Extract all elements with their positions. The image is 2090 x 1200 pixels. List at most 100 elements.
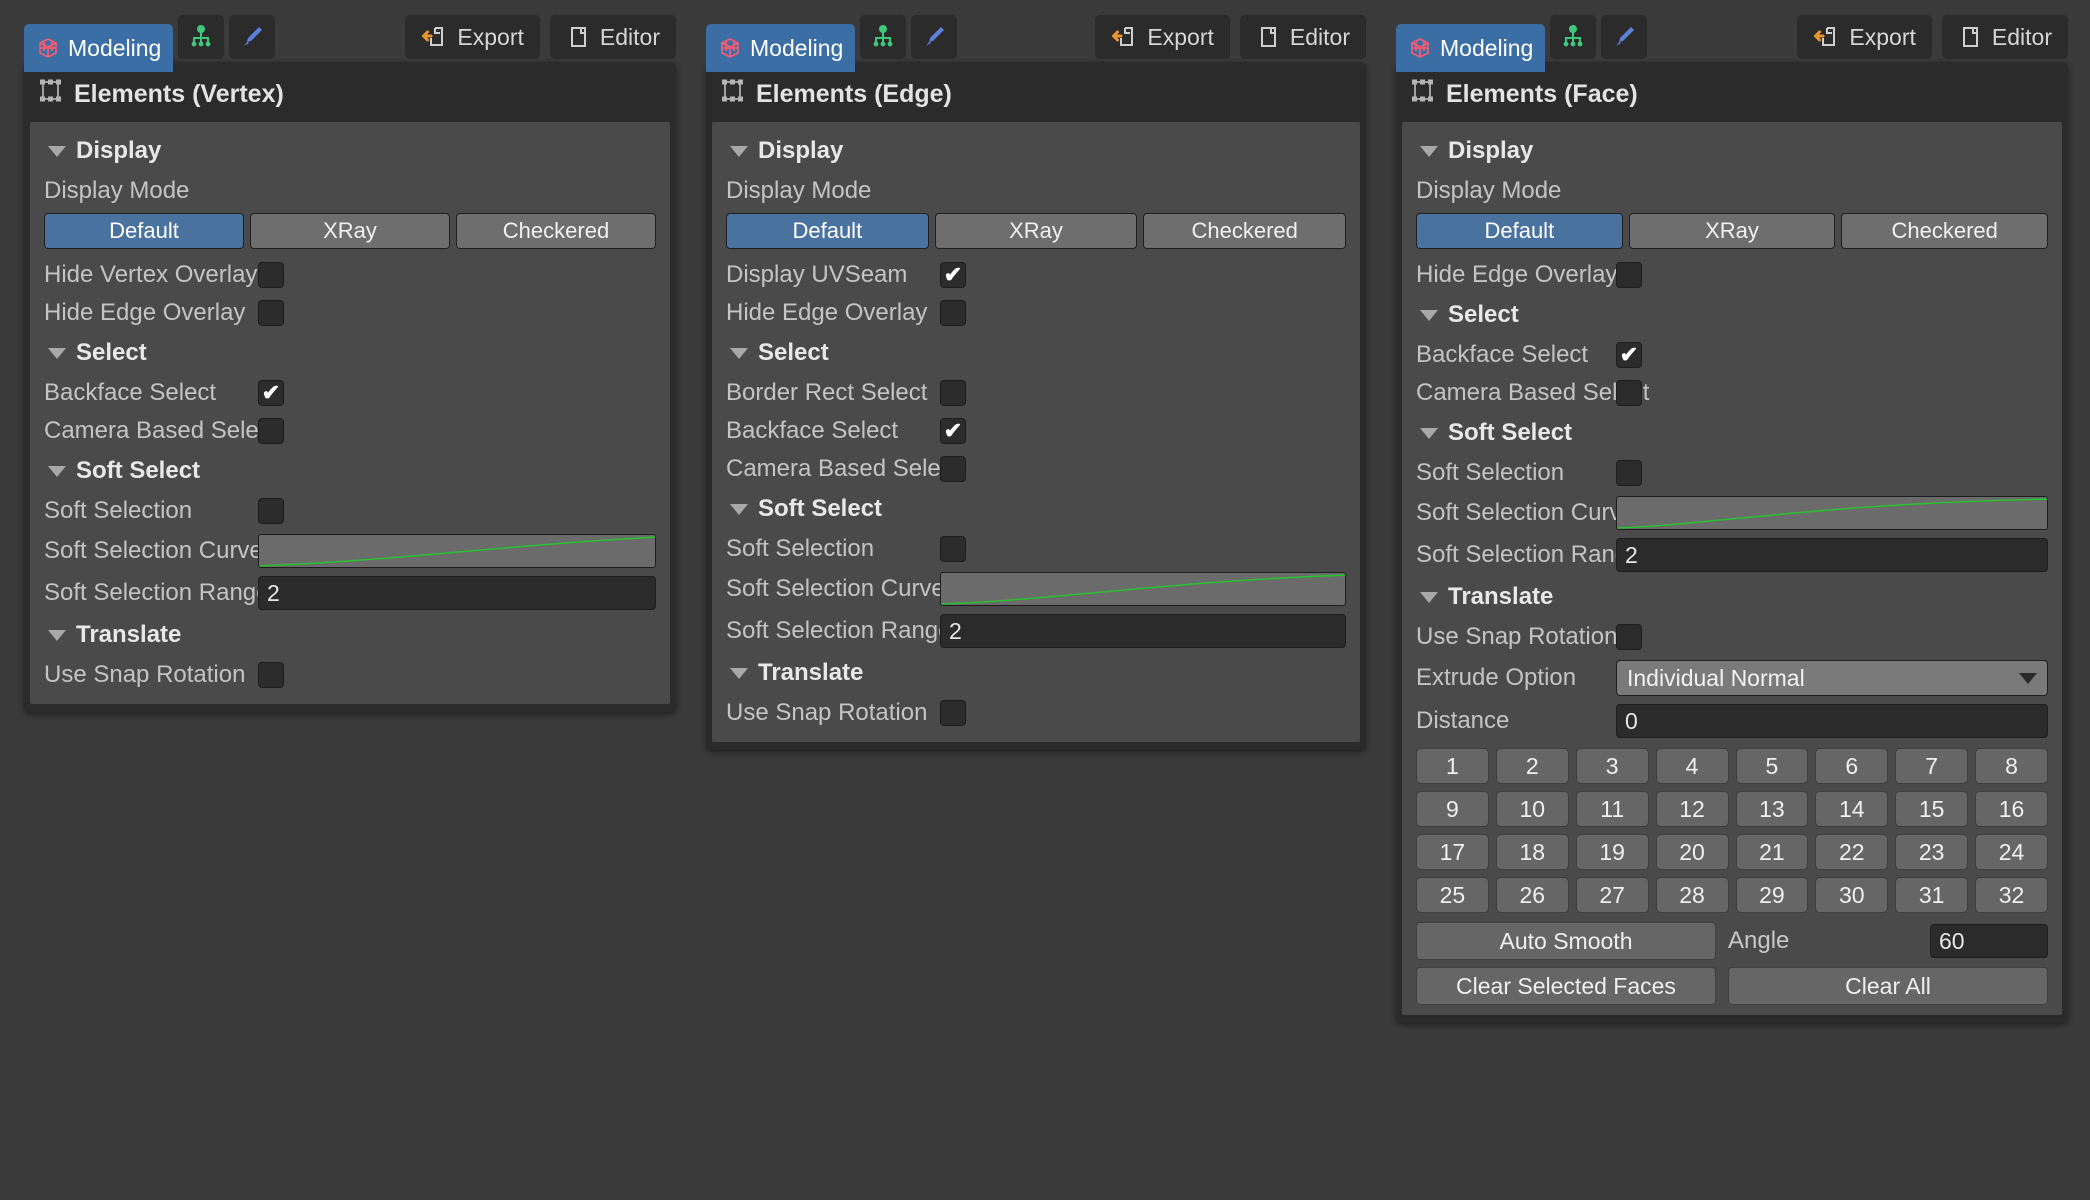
export-button[interactable]: Export [1095,15,1230,59]
smoothing-group-27[interactable]: 27 [1575,877,1649,913]
display-mode-checkered[interactable]: Checkered [456,213,656,249]
smoothing-group-5[interactable]: 5 [1735,748,1809,784]
tab-modeling[interactable]: Modeling [24,24,174,72]
display-mode-segmented[interactable]: Default XRay Checkered [1402,210,2062,256]
section-select[interactable]: Select [1402,294,2062,336]
display-mode-default[interactable]: Default [726,213,929,249]
smoothing-group-15[interactable]: 15 [1895,791,1969,827]
use-snap-rotation-checkbox[interactable]: ✔ [940,700,966,726]
tab-modeling[interactable]: Modeling [706,24,856,72]
section-soft-select[interactable]: Soft Select [1402,412,2062,454]
soft-selection-curve-widget[interactable] [940,572,1346,606]
tab-paint[interactable] [911,15,958,59]
soft-selection-range-field[interactable]: 2 [1616,538,2048,572]
display-mode-default[interactable]: Default [1416,213,1623,249]
clear-all-button[interactable]: Clear All [1728,967,2048,1005]
display-mode-segmented[interactable]: Default XRay Checkered [30,210,670,256]
section-soft-select[interactable]: Soft Select [30,450,670,492]
use-snap-rotation-checkbox[interactable]: ✔ [258,662,284,688]
tab-rig[interactable] [860,15,907,59]
hide-edge-overlay-checkbox[interactable]: ✔ [940,300,966,326]
smoothing-group-14[interactable]: 14 [1815,791,1889,827]
section-translate[interactable]: Translate [712,652,1360,694]
extrude-option-dropdown[interactable]: Individual Normal [1616,660,2048,696]
editor-button[interactable]: Editor [1239,15,1366,59]
display-mode-xray[interactable]: XRay [934,213,1138,249]
section-soft-select[interactable]: Soft Select [712,488,1360,530]
soft-selection-range-field[interactable]: 2 [940,614,1346,648]
display-mode-segmented[interactable]: Default XRay Checkered [712,210,1360,256]
tab-paint[interactable] [229,15,276,59]
camera-based-select-checkbox[interactable]: ✔ [940,456,966,482]
hide-vertex-overlay-checkbox[interactable]: ✔ [258,262,284,288]
soft-selection-checkbox[interactable]: ✔ [258,498,284,524]
smoothing-group-2[interactable]: 2 [1495,748,1569,784]
display-mode-xray[interactable]: XRay [1628,213,1836,249]
smoothing-group-6[interactable]: 6 [1815,748,1889,784]
tab-rig[interactable] [1550,15,1597,59]
camera-based-select-checkbox[interactable]: ✔ [1616,380,1642,406]
display-mode-checkered[interactable]: Checkered [1143,213,1347,249]
export-button[interactable]: Export [405,15,540,59]
smoothing-group-13[interactable]: 13 [1735,791,1809,827]
smoothing-group-17[interactable]: 17 [1416,834,1489,870]
section-translate[interactable]: Translate [1402,576,2062,618]
smoothing-group-20[interactable]: 20 [1655,834,1729,870]
section-select[interactable]: Select [712,332,1360,374]
border-rect-select-checkbox[interactable]: ✔ [940,380,966,406]
backface-select-checkbox[interactable]: ✔ [258,380,284,406]
tab-rig[interactable] [178,15,225,59]
export-button[interactable]: Export [1797,15,1932,59]
tab-modeling[interactable]: Modeling [1396,24,1546,72]
auto-smooth-button[interactable]: Auto Smooth [1416,922,1716,960]
soft-selection-range-field[interactable]: 2 [258,576,656,610]
section-display[interactable]: Display [712,130,1360,172]
section-select[interactable]: Select [30,332,670,374]
smoothing-group-3[interactable]: 3 [1575,748,1649,784]
smoothing-group-23[interactable]: 23 [1895,834,1969,870]
smoothing-group-7[interactable]: 7 [1895,748,1969,784]
smoothing-group-9[interactable]: 9 [1416,791,1489,827]
tab-paint[interactable] [1601,15,1648,59]
smoothing-group-4[interactable]: 4 [1655,748,1729,784]
display-uvseam-checkbox[interactable]: ✔ [940,262,966,288]
smoothing-group-12[interactable]: 12 [1655,791,1729,827]
backface-select-checkbox[interactable]: ✔ [940,418,966,444]
smoothing-group-11[interactable]: 11 [1575,791,1649,827]
soft-selection-curve-widget[interactable] [258,534,656,568]
soft-selection-checkbox[interactable]: ✔ [940,536,966,562]
display-mode-default[interactable]: Default [44,213,244,249]
display-mode-checkered[interactable]: Checkered [1841,213,2049,249]
smoothing-group-26[interactable]: 26 [1495,877,1569,913]
smoothing-group-18[interactable]: 18 [1495,834,1569,870]
section-translate[interactable]: Translate [30,614,670,656]
hide-edge-overlay-checkbox[interactable]: ✔ [258,300,284,326]
editor-button[interactable]: Editor [549,15,676,59]
smoothing-group-19[interactable]: 19 [1575,834,1649,870]
distance-field[interactable]: 0 [1616,704,2048,738]
display-mode-xray[interactable]: XRay [250,213,450,249]
smoothing-group-28[interactable]: 28 [1655,877,1729,913]
smoothing-group-30[interactable]: 30 [1815,877,1889,913]
section-display[interactable]: Display [1402,130,2062,172]
smoothing-group-1[interactable]: 1 [1416,748,1489,784]
smoothing-group-8[interactable]: 8 [1975,748,2048,784]
camera-based-select-checkbox[interactable]: ✔ [258,418,284,444]
smoothing-group-29[interactable]: 29 [1735,877,1809,913]
smoothing-group-22[interactable]: 22 [1815,834,1889,870]
smoothing-group-32[interactable]: 32 [1975,877,2048,913]
smoothing-group-24[interactable]: 24 [1975,834,2048,870]
editor-button[interactable]: Editor [1941,15,2068,59]
smoothing-group-31[interactable]: 31 [1895,877,1969,913]
section-display[interactable]: Display [30,130,670,172]
use-snap-rotation-checkbox[interactable]: ✔ [1616,624,1642,650]
smoothing-group-25[interactable]: 25 [1416,877,1489,913]
hide-edge-overlay-checkbox[interactable]: ✔ [1616,262,1642,288]
clear-selected-faces-button[interactable]: Clear Selected Faces [1416,967,1716,1005]
soft-selection-checkbox[interactable]: ✔ [1616,460,1642,486]
soft-selection-curve-widget[interactable] [1616,496,2048,530]
smoothing-group-21[interactable]: 21 [1735,834,1809,870]
smoothing-group-10[interactable]: 10 [1495,791,1569,827]
smoothing-group-16[interactable]: 16 [1975,791,2048,827]
backface-select-checkbox[interactable]: ✔ [1616,342,1642,368]
